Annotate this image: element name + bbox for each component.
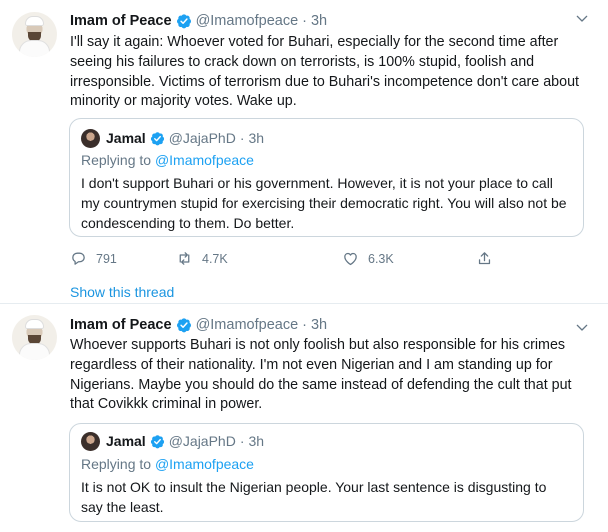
verified-badge-icon	[176, 14, 191, 29]
replying-to: Replying to @Imamofpeace	[81, 152, 254, 168]
heart-icon	[344, 252, 357, 266]
share-button[interactable]	[476, 250, 502, 267]
quoted-author-handle: @JajaPhD	[168, 433, 236, 449]
tweet[interactable]: Imam of Peace @Imamofpeace · 3h Whoever …	[0, 304, 608, 532]
tweet-text: I'll say it again: Whoever voted for Buh…	[70, 34, 580, 110]
replying-to-handle[interactable]: @Imamofpeace	[155, 456, 254, 472]
replying-to: Replying to @Imamofpeace	[81, 456, 254, 472]
replying-to-prefix: Replying to	[81, 152, 155, 168]
timestamp[interactable]: 3h	[311, 13, 327, 29]
quoted-tweet-header: Jamal @JajaPhD · 3h	[106, 432, 264, 450]
quoted-tweet-text: It is not OK to insult the Nigerian peop…	[81, 479, 547, 515]
show-thread-link[interactable]: Show this thread	[70, 284, 174, 300]
author-handle[interactable]: @Imamofpeace	[196, 317, 299, 333]
quoted-tweet-text: I don't support Buhari or his government…	[81, 175, 567, 231]
like-count: 6.3K	[368, 251, 394, 266]
reply-icon	[72, 252, 85, 265]
author-avatar[interactable]	[12, 12, 57, 57]
chevron-down-icon[interactable]	[574, 320, 590, 336]
share-icon	[478, 252, 491, 265]
reply-count: 791	[96, 251, 117, 266]
retweet-icon	[179, 252, 190, 265]
tweet-text: Whoever supports Buhari is not only fool…	[70, 337, 572, 413]
separator: ·	[239, 433, 245, 449]
tweet-header: Imam of Peace @Imamofpeace · 3h	[70, 315, 327, 335]
retweet-button[interactable]: 4.7K	[176, 250, 228, 267]
separator: ·	[302, 317, 307, 333]
author-name[interactable]: Imam of Peace	[70, 13, 172, 29]
timestamp[interactable]: 3h	[311, 317, 327, 333]
replying-to-handle[interactable]: @Imamofpeace	[155, 152, 254, 168]
quoted-tweet[interactable]: Jamal @JajaPhD · 3h Replying to @Imamofp…	[69, 423, 584, 522]
quoted-author-handle: @JajaPhD	[168, 130, 236, 146]
quoted-author-avatar	[81, 129, 100, 148]
quoted-author-name: Jamal	[106, 130, 146, 146]
author-avatar[interactable]	[12, 315, 57, 360]
verified-badge-icon	[176, 318, 191, 333]
chevron-down-icon[interactable]	[574, 11, 590, 27]
tweet[interactable]: Imam of Peace @Imamofpeace · 3h I'll say…	[0, 0, 608, 304]
retweet-count: 4.7K	[202, 251, 228, 266]
quoted-timestamp: 3h	[248, 433, 265, 449]
replying-to-prefix: Replying to	[81, 456, 155, 472]
reply-button[interactable]: 791	[70, 250, 117, 267]
author-handle[interactable]: @Imamofpeace	[196, 13, 299, 29]
tweet-actions: 791 4.7K 6.3K	[70, 250, 500, 270]
quoted-author-avatar	[81, 432, 100, 451]
separator: ·	[302, 13, 307, 29]
like-button[interactable]: 6.3K	[342, 250, 394, 267]
quoted-tweet[interactable]: Jamal @JajaPhD · 3h Replying to @Imamofp…	[69, 118, 584, 237]
verified-badge-icon	[150, 434, 164, 448]
author-name[interactable]: Imam of Peace	[70, 317, 172, 333]
quoted-author-name: Jamal	[106, 433, 146, 449]
quoted-tweet-header: Jamal @JajaPhD · 3h	[106, 129, 264, 147]
separator: ·	[239, 130, 245, 146]
quoted-timestamp: 3h	[248, 130, 265, 146]
tweet-header: Imam of Peace @Imamofpeace · 3h	[70, 11, 327, 31]
verified-badge-icon	[150, 131, 164, 145]
